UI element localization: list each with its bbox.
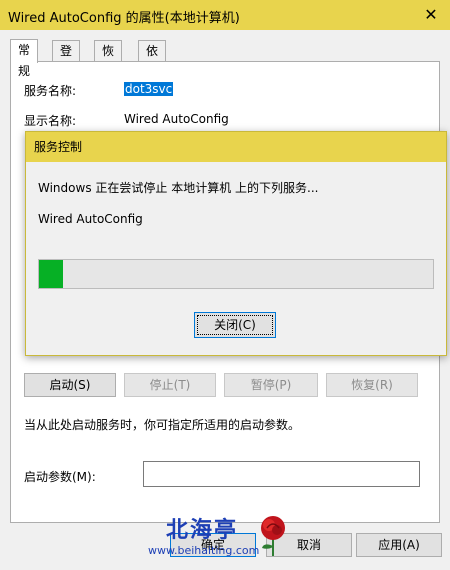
progress-fill	[39, 260, 63, 288]
display-name-value[interactable]: Wired AutoConfig	[124, 112, 229, 126]
tab-recovery[interactable]: 恢复	[94, 40, 123, 79]
watermark-url: www.beihaiting.com	[148, 544, 260, 557]
dialog-service-name: Wired AutoConfig	[38, 212, 143, 226]
start-params-label: 启动参数(M):	[24, 470, 96, 484]
close-icon[interactable]: ✕	[418, 2, 444, 28]
window-titlebar: Wired AutoConfig 的属性(本地计算机) ✕	[0, 0, 450, 30]
resume-button[interactable]: 恢复(R)	[326, 373, 418, 397]
watermark-text: 北海亭	[166, 517, 239, 543]
pause-button[interactable]: 暂停(P)	[224, 373, 318, 397]
dialog-title: 服务控制	[26, 132, 446, 162]
tab-logon[interactable]: 登录	[52, 40, 81, 79]
stop-button[interactable]: 停止(T)	[124, 373, 216, 397]
rose-icon	[261, 516, 285, 556]
dialog-close-label: 关闭(C)	[214, 318, 256, 332]
dialog-message: Windows 正在尝试停止 本地计算机 上的下列服务...	[38, 181, 319, 195]
tab-dependencies[interactable]: 依存关系	[138, 40, 167, 121]
display-name-label: 显示名称:	[24, 114, 77, 128]
start-params-input[interactable]	[143, 461, 420, 487]
service-name-value[interactable]: dot3svc	[124, 82, 174, 96]
apply-button[interactable]: 应用(A)	[356, 533, 442, 557]
window-title: Wired AutoConfig 的属性(本地计算机)	[8, 11, 240, 26]
start-button[interactable]: 启动(S)	[24, 373, 116, 397]
service-control-dialog: 服务控制 Windows 正在尝试停止 本地计算机 上的下列服务... Wire…	[25, 131, 447, 356]
start-params-hint: 当从此处启动服务时，你可指定所适用的启动参数。	[24, 418, 301, 432]
tab-general[interactable]: 常规	[10, 39, 39, 78]
progress-bar	[38, 259, 434, 289]
service-name-label: 服务名称:	[24, 84, 77, 98]
dialog-close-button[interactable]: 关闭(C)	[194, 312, 276, 338]
watermark: 北海亭 www.beihaiting.com	[138, 510, 328, 568]
